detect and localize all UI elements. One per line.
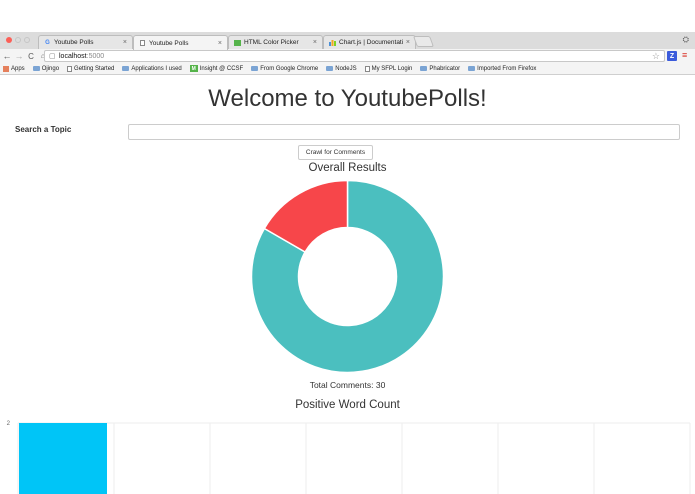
zoom-window-button[interactable] [24,37,30,43]
close-tab-icon[interactable]: × [313,39,317,46]
tab-chartjs-documentation[interactable]: Chart.js | Documentation × [323,35,416,49]
page-info-icon: ▢ [49,53,56,60]
positive-word-count-chart: 2 [0,416,695,494]
close-window-button[interactable] [6,37,12,43]
page-icon [67,65,73,72]
forward-arrow-icon[interactable]: → [14,51,24,61]
folder-icon [468,66,476,71]
folder-icon [251,66,259,71]
total-comments: Total Comments: 30 [309,380,386,390]
donut-chart-title: Overall Results [308,162,387,174]
tab-youtube-polls-1[interactable]: G Youtube Polls × [38,35,133,49]
bar-0[interactable] [19,423,107,494]
new-tab-button[interactable] [412,36,435,47]
donut-chart-svg [250,179,445,374]
extension-z-icon[interactable]: Z [667,51,677,61]
bookmark-my-sfpl-login[interactable]: My SFPL Login [364,65,412,72]
google-favicon-icon: G [45,39,50,46]
search-input[interactable] [128,124,680,140]
page-icon [364,65,370,72]
folder-icon [326,66,334,71]
bookmark-imported-from-firefox[interactable]: Imported From Firefox [468,66,536,72]
menu-icon[interactable]: ≡ [682,50,687,60]
tab-label: Chart.js | Documentation [339,39,403,46]
bar-chart-title: Positive Word Count [295,399,400,411]
bar-chart-svg: 2 [7,421,691,494]
tab-label: Youtube Polls [149,39,189,47]
bookmark-phabricator[interactable]: Phabricator [420,66,460,72]
close-tab-icon[interactable]: × [406,39,410,46]
close-tab-icon[interactable]: × [123,39,127,46]
minimize-window-button[interactable] [15,37,21,43]
y-tick-label: 2 [7,421,11,427]
bookmark-from-google-chrome[interactable]: From Google Chrome [251,66,318,72]
profile-icon[interactable]: ⛭ [683,35,689,45]
overall-results-chart [250,179,445,374]
bookmark-insight-ccsf[interactable]: M Insight @ CCSF [189,65,243,72]
folder-icon [122,66,130,71]
page-favicon-icon [139,40,146,47]
bookmark-getting-started[interactable]: Getting Started [67,65,114,72]
address-bar[interactable]: ▢ localhost:5000 ☆ [44,50,665,62]
tab-label: HTML Color Picker [244,39,299,46]
m-badge-icon: M [189,65,198,72]
html-favicon-icon [234,39,241,46]
folder-icon [420,66,428,71]
crawl-for-comments-button[interactable]: Crawl for Comments [298,145,373,160]
tab-youtube-polls-2[interactable]: Youtube Polls × [133,35,228,50]
reload-icon[interactable]: C [26,52,36,61]
window-top-area [0,0,695,32]
tab-html-color-picker[interactable]: HTML Color Picker × [228,35,323,49]
tab-strip: G Youtube Polls × Youtube Polls × HTML C… [0,32,695,50]
back-arrow-icon[interactable]: ← [2,51,12,61]
bookmark-ojingo[interactable]: Ojingo [32,66,59,72]
url-host: localhost [59,52,87,60]
page-content: Welcome to YoutubePolls! Search a Topic … [0,76,695,494]
search-label: Search a Topic [15,125,72,134]
bookmark-apps[interactable]: Apps [3,65,25,72]
bookmark-star-icon[interactable]: ☆ [652,51,660,62]
bookmark-nodejs[interactable]: NodeJS [326,66,357,72]
browser-toolbar: ← → C ⌂ ▢ localhost:5000 ☆ [0,49,695,63]
bookmarks-bar: Apps Ojingo Getting Started Applications… [0,63,695,75]
page-title: Welcome to YoutubePolls! [208,85,487,112]
tab-label: Youtube Polls [54,39,94,46]
folder-icon [32,66,40,71]
close-tab-icon[interactable]: × [218,40,222,47]
bookmark-applications[interactable]: Applications I used [122,66,182,72]
bar-chart-favicon-icon [329,39,336,46]
url-port: :5000 [86,52,105,60]
apps-grid-icon [3,65,9,72]
